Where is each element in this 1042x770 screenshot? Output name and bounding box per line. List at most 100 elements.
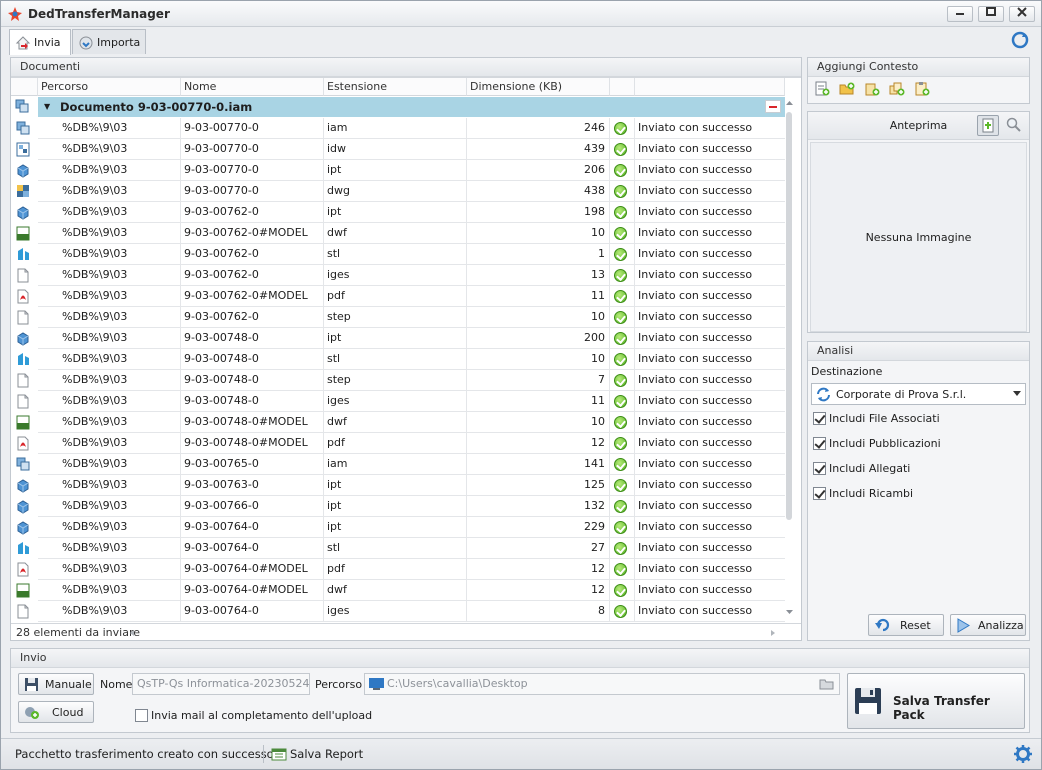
table-row[interactable]: %DB%\9\03 9-03-00762-0 stl 1 Inviato con suc… bbox=[38, 244, 785, 265]
table-row[interactable]: %DB%\9\03 9-03-00764-0 iges 8 Inviato con su… bbox=[38, 601, 785, 622]
col-size[interactable]: Dimensione (KB) bbox=[467, 78, 610, 96]
success-check-icon bbox=[614, 542, 627, 555]
table-row[interactable]: %DB%\9\03 9-03-00764-0#MODEL pdf 12 Inviato … bbox=[38, 559, 785, 580]
tab-importa[interactable]: Importa bbox=[72, 29, 146, 54]
destination-select[interactable]: Corporate di Prova S.r.l. bbox=[811, 383, 1026, 405]
table-row[interactable]: %DB%\9\03 9-03-00762-0 ipt 198 Inviato con s… bbox=[38, 202, 785, 223]
table-row[interactable]: %DB%\9\03 9-03-00748-0 step 7 Inviato con su… bbox=[38, 370, 785, 391]
include-publications-checkbox[interactable] bbox=[813, 437, 826, 450]
path-cell: %DB%\9\03 bbox=[38, 244, 181, 265]
path-cell: %DB%\9\03 bbox=[38, 475, 181, 496]
include-attachments-checkbox[interactable] bbox=[813, 462, 826, 475]
table-row[interactable]: %DB%\9\03 9-03-00748-0 ipt 200 Inviato con s… bbox=[38, 328, 785, 349]
maximize-button[interactable] bbox=[978, 6, 1004, 22]
table-row[interactable]: %DB%\9\03 9-03-00763-0 ipt 125 Inviato con s… bbox=[38, 475, 785, 496]
minimize-button[interactable] bbox=[947, 6, 973, 22]
name-cell: 9-03-00770-0 bbox=[181, 139, 324, 160]
reset-button[interactable]: Reset bbox=[868, 614, 944, 636]
add-linked-icon[interactable] bbox=[864, 81, 880, 97]
table-row[interactable]: %DB%\9\03 9-03-00748-0 iges 11 Inviato con s… bbox=[38, 391, 785, 412]
table-row[interactable]: %DB%\9\03 9-03-00770-0 idw 439 Inviato con s… bbox=[38, 139, 785, 160]
extension-cell: iam bbox=[324, 454, 467, 475]
scroll-down-icon[interactable] bbox=[785, 608, 794, 617]
preview-title: Anteprima bbox=[889, 119, 948, 132]
status-icon-cell bbox=[610, 265, 635, 286]
col-name[interactable]: Nome bbox=[181, 78, 324, 96]
status-cell: Inviato con successo bbox=[638, 121, 753, 134]
floppy-icon bbox=[25, 678, 38, 691]
table-row[interactable]: %DB%\9\03 9-03-00770-0 ipt 206 Inviato con s… bbox=[38, 160, 785, 181]
table-row[interactable]: %DB%\9\03 9-03-00766-0 ipt 132 Inviato con s… bbox=[38, 496, 785, 517]
table-row[interactable]: %DB%\9\03 9-03-00770-0 iam 246 Inviato con s… bbox=[38, 118, 785, 139]
table-row[interactable]: %DB%\9\03 9-03-00748-0 stl 10 Inviato con su… bbox=[38, 349, 785, 370]
zoom-icon[interactable] bbox=[1006, 117, 1022, 133]
table-row[interactable]: %DB%\9\03 9-03-00764-0 ipt 229 Inviato con s… bbox=[38, 517, 785, 538]
settings-gear-icon[interactable] bbox=[1014, 745, 1032, 763]
size-cell: 10 bbox=[467, 307, 610, 328]
table-row[interactable]: %DB%\9\03 9-03-00762-0 iges 13 Inviato con s… bbox=[38, 265, 785, 286]
success-check-icon bbox=[614, 269, 627, 282]
add-document-icon[interactable] bbox=[814, 81, 830, 97]
table-row[interactable]: %DB%\9\03 9-03-00765-0 iam 141 Inviato con s… bbox=[38, 454, 785, 475]
remove-group-button[interactable] bbox=[765, 100, 781, 113]
scroll-right-icon[interactable] bbox=[769, 629, 777, 637]
group-assembly-icon bbox=[15, 99, 29, 113]
collapse-arrow-icon[interactable]: ▼ bbox=[44, 97, 50, 117]
include-associated-checkbox[interactable] bbox=[813, 412, 826, 425]
status-icon-cell bbox=[610, 118, 635, 139]
close-button[interactable] bbox=[1009, 6, 1035, 22]
table-row[interactable]: %DB%\9\03 9-03-00770-0 dwg 438 Inviato con s… bbox=[38, 181, 785, 202]
documents-panel: Documenti Percorso Nome Estensione Dimen… bbox=[10, 57, 802, 641]
table-row[interactable]: %DB%\9\03 9-03-00762-0#MODEL dwf 10 Inviato … bbox=[38, 223, 785, 244]
scroll-thumb[interactable] bbox=[786, 112, 792, 520]
analyze-button[interactable]: Analizza bbox=[950, 614, 1026, 636]
refresh-icon[interactable] bbox=[1011, 31, 1029, 49]
context-panel: Aggiungi Contesto bbox=[807, 57, 1030, 104]
save-report-button[interactable]: Salva Report bbox=[271, 744, 366, 764]
path-input[interactable]: C:\Users\cavallia\Desktop bbox=[364, 673, 840, 695]
table-row[interactable]: %DB%\9\03 9-03-00748-0#MODEL pdf 12 Inviato … bbox=[38, 433, 785, 454]
scroll-left-icon[interactable] bbox=[128, 629, 136, 637]
fit-image-button[interactable] bbox=[977, 115, 999, 136]
file-icon bbox=[17, 268, 29, 283]
include-publications-label: Includi Pubblicazioni bbox=[829, 437, 941, 450]
group-row[interactable]: ▼ Documento 9-03-00770-0.iam bbox=[38, 97, 785, 117]
save-transfer-pack-button[interactable]: Salva Transfer Pack bbox=[847, 673, 1025, 729]
preview-panel: Anteprima Nessuna Immagine bbox=[807, 111, 1030, 333]
table-row[interactable]: %DB%\9\03 9-03-00748-0#MODEL dwf 10 Inviato … bbox=[38, 412, 785, 433]
extension-cell: step bbox=[324, 307, 467, 328]
scroll-up-icon[interactable] bbox=[785, 98, 794, 107]
stl-icon bbox=[18, 353, 29, 365]
table-row[interactable]: %DB%\9\03 9-03-00764-0#MODEL dwf 12 Inviato … bbox=[38, 580, 785, 601]
add-related-icon[interactable] bbox=[889, 81, 905, 97]
add-attachment-icon[interactable] bbox=[914, 81, 930, 97]
name-cell: 9-03-00764-0 bbox=[181, 538, 324, 559]
col-path[interactable]: Percorso bbox=[38, 78, 181, 96]
name-cell: 9-03-00762-0 bbox=[181, 244, 324, 265]
mail-checkbox[interactable] bbox=[135, 709, 148, 722]
add-folder-icon[interactable] bbox=[839, 81, 855, 97]
part-icon bbox=[17, 500, 29, 514]
manual-button[interactable]: Manuale bbox=[18, 673, 94, 695]
table-row[interactable]: %DB%\9\03 9-03-00764-0 stl 27 Inviato con su… bbox=[38, 538, 785, 559]
table-row[interactable]: %DB%\9\03 9-03-00762-0#MODEL pdf 11 Inviato … bbox=[38, 286, 785, 307]
part-icon bbox=[17, 332, 29, 346]
name-input[interactable]: QsTP-Qs Informatica-202305241... bbox=[132, 673, 310, 695]
cloud-button[interactable]: Cloud bbox=[18, 701, 94, 723]
col-status-icon bbox=[610, 78, 635, 96]
include-spares-checkbox[interactable] bbox=[813, 487, 826, 500]
status-cell: Inviato con successo bbox=[638, 226, 753, 239]
tab-invia[interactable]: Invia bbox=[9, 29, 71, 55]
col-extension[interactable]: Estensione bbox=[324, 78, 467, 96]
size-cell: 439 bbox=[467, 139, 610, 160]
vertical-scrollbar[interactable] bbox=[785, 98, 794, 620]
name-cell: 9-03-00748-0#MODEL bbox=[181, 433, 324, 454]
status-icon-cell bbox=[610, 433, 635, 454]
browse-folder-icon[interactable] bbox=[819, 678, 835, 690]
status-cell: Inviato con successo bbox=[638, 268, 753, 281]
include-attachments-label: Includi Allegati bbox=[829, 462, 911, 475]
table-row[interactable]: %DB%\9\03 9-03-00762-0 step 10 Inviato con s… bbox=[38, 307, 785, 328]
size-cell: 1 bbox=[467, 244, 610, 265]
success-check-icon bbox=[614, 563, 627, 576]
status-icon-cell bbox=[610, 517, 635, 538]
